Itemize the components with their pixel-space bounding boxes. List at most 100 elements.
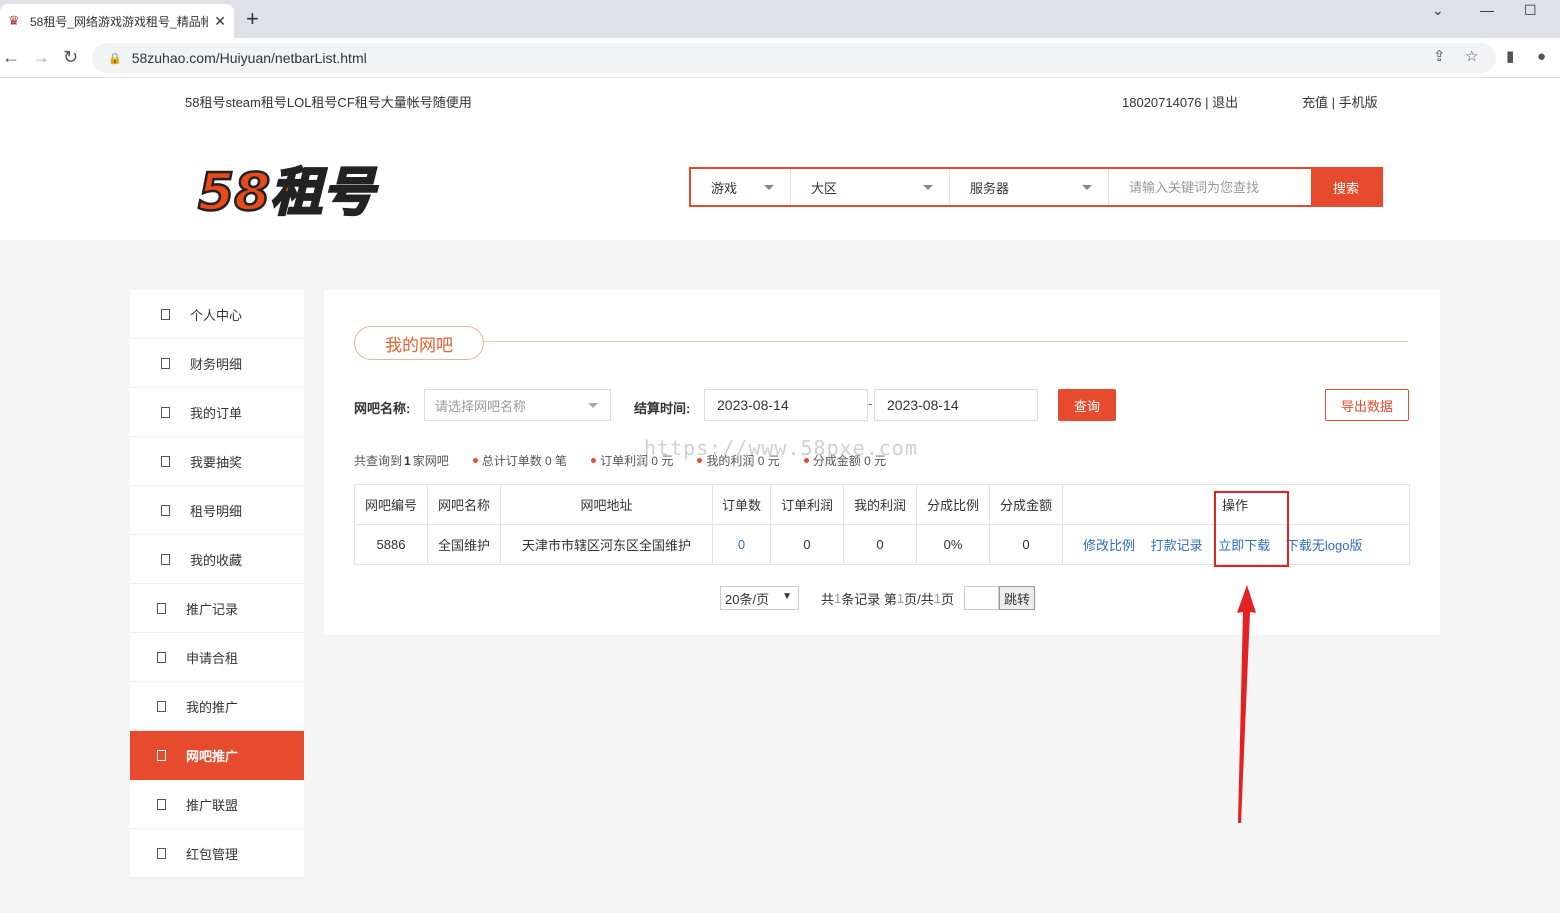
date-separator: - [868,396,873,411]
lock-icon: 🔒 [108,52,122,65]
menu-item-icon [157,749,166,761]
keyword-search-input[interactable] [1109,169,1311,205]
query-button[interactable]: 查询 [1058,389,1116,421]
column-header: 订单利润 [770,484,844,525]
back-arrow-icon[interactable]: ← [2,47,20,67]
url-text: 58zuhao.com/Huiyuan/netbarList.html [131,50,367,66]
sidebar-item-red-packets[interactable]: 红包管理 [130,829,304,878]
chevron-down-icon [1082,185,1092,190]
sidebar-item-shared-rental[interactable]: 申请合租 [130,633,304,682]
browser-tab[interactable]: ♛ 58租号_网络游戏游戏租号_精品帐 ✕ [0,4,234,38]
user-account-links[interactable]: 18020714076 | 退出 [1122,92,1238,111]
member-sidebar: 个人中心 财务明细 我的订单 我要抽奖 租号明细 我的收藏 推广记录 申请合租 … [130,290,304,878]
start-date-input[interactable]: 2023-08-14 [704,389,868,421]
site-slogan: 58租号steam租号LOL租号CF租号大量帐号随便用 [185,95,472,110]
side-panel-icon[interactable]: ▮ [1506,48,1514,66]
order-profit-cell: 0 [770,524,844,565]
sidebar-item-label: 租号明细 [190,503,243,519]
total-records: 1 [834,590,842,606]
my-profit-cell: 0 [843,524,917,565]
pager-text: 页 [940,591,954,607]
sidebar-item-label: 申请合租 [186,650,239,666]
sidebar-item-label: 我要抽奖 [190,454,243,470]
recharge-mobile-links[interactable]: 充值 | 手机版 [1302,92,1378,111]
page-size-select[interactable]: 20条/页 ▼ [720,586,799,610]
bullet-dot-icon [472,458,478,463]
site-favicon-icon: ♛ [8,13,20,28]
export-data-button[interactable]: 导出数据 [1325,389,1409,421]
sidebar-item-label: 推广记录 [186,601,239,617]
search-button[interactable]: 搜索 [1311,169,1381,205]
sidebar-item-label: 个人中心 [190,307,243,323]
download-no-logo-link[interactable]: 下载无logo版 [1286,538,1363,553]
forward-arrow-icon[interactable]: → [32,47,50,67]
sidebar-item-my-promotion[interactable]: 我的推广 [130,682,304,731]
bullet-dot-icon [591,458,597,463]
page-size-value: 20条/页 [725,591,770,607]
maximize-icon[interactable]: ☐ [1524,2,1537,19]
tab-search-chevron-icon[interactable]: ⌄ [1432,2,1444,19]
edit-ratio-link[interactable]: 修改比例 [1083,538,1135,553]
netbar-select-placeholder: 请选择网吧名称 [435,398,527,414]
end-date-input[interactable]: 2023-08-14 [874,389,1038,421]
summary-suffix: 家网吧 [412,454,449,468]
netbar-name-cell: 全国维护 [427,524,501,565]
column-header: 订单数 [712,484,771,525]
site-logo[interactable]: 58租号 [192,158,392,220]
sidebar-item-promo-records[interactable]: 推广记录 [130,584,304,633]
jump-button[interactable]: 跳转 [998,586,1035,610]
menu-item-icon [161,455,170,467]
sidebar-item-finance[interactable]: 财务明细 [130,339,304,388]
pager-text: 共 [821,591,835,607]
menu-item-icon [161,406,170,418]
share-icon[interactable]: ⇪ [1433,48,1446,66]
netbar-id-cell: 5886 [354,524,428,565]
profile-avatar-icon[interactable]: ● [1537,48,1546,66]
menu-item-icon [161,357,170,369]
jump-page-input[interactable] [963,586,999,610]
tab-close-icon[interactable]: ✕ [214,13,226,30]
sidebar-item-netbar-promotion[interactable]: 网吧推广 [130,731,304,780]
settlement-time-label: 结算时间: [634,401,691,416]
stat-text: 总计订单数 0 笔 [481,454,568,468]
sidebar-item-label: 财务明细 [190,356,243,372]
game-select-label: 游戏 [711,180,738,196]
menu-item-icon [157,798,166,810]
order-count-link[interactable]: 0 [712,524,771,565]
address-bar[interactable]: 🔒 58zuhao.com/Huiyuan/netbarList.html [92,43,1496,73]
menu-item-icon [157,700,166,712]
game-select[interactable]: 游戏 [691,169,791,205]
share-amount-cell: 0 [989,524,1063,565]
sidebar-item-favorites[interactable]: 我的收藏 [130,535,304,584]
column-header: 分成比例 [916,484,990,525]
sidebar-item-personal-center[interactable]: 个人中心 [130,290,304,339]
chevron-down-icon [588,403,598,408]
sidebar-item-label: 我的推广 [186,699,239,715]
menu-item-icon [161,308,170,320]
sidebar-item-lottery[interactable]: 我要抽奖 [130,437,304,486]
red-arrow-icon [1237,585,1256,823]
total-pages: 1 [933,590,941,606]
reload-icon[interactable]: ↻ [63,47,78,67]
region-select-label: 大区 [811,180,838,196]
summary-prefix: 共查询到 [354,454,403,468]
server-select[interactable]: 服务器 [950,169,1109,205]
netbar-name-select[interactable]: 请选择网吧名称 [424,389,611,421]
site-header: 58租号 游戏 大区 服务器 搜索 [0,120,1560,240]
bookmark-star-icon[interactable]: ☆ [1465,48,1478,66]
sidebar-item-promo-alliance[interactable]: 推广联盟 [130,780,304,829]
chevron-down-icon [923,185,933,190]
menu-item-icon [161,553,170,565]
sidebar-item-rentals[interactable]: 租号明细 [130,486,304,535]
new-tab-icon[interactable]: + [246,8,259,30]
region-select[interactable]: 大区 [791,169,950,205]
column-header: 网吧地址 [500,484,713,525]
column-header: 网吧编号 [354,484,428,525]
pager-text: 页/共 [904,591,934,607]
menu-item-icon [157,651,166,663]
sidebar-item-label: 我的订单 [190,405,243,421]
title-divider [484,341,1408,342]
payment-records-link[interactable]: 打款记录 [1151,538,1203,553]
sidebar-item-orders[interactable]: 我的订单 [130,388,304,437]
minimize-icon[interactable]: — [1480,2,1494,18]
